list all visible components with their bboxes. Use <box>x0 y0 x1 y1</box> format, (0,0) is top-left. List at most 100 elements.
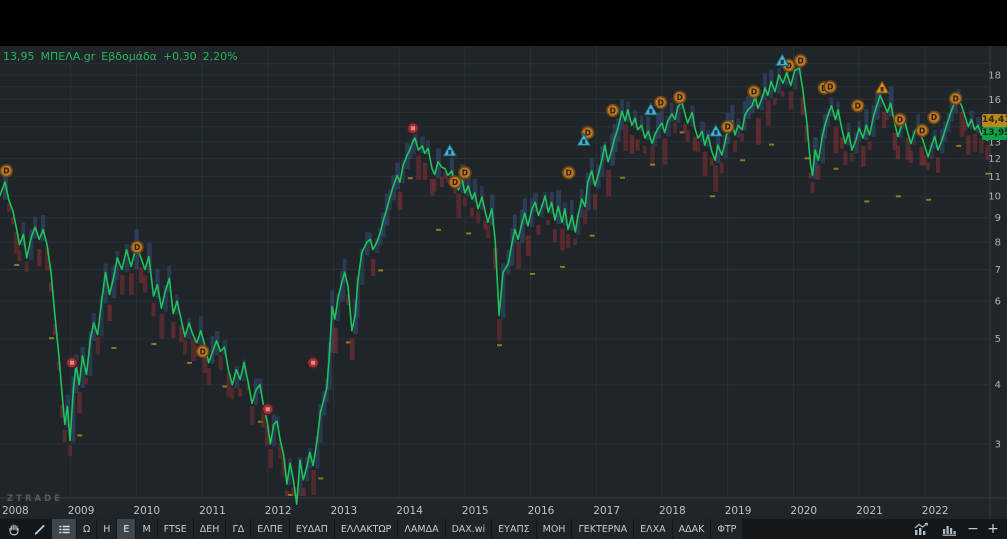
trading-app: DDDDDDDDDDDDDDDDDDDDD1816131211109876543… <box>0 0 1007 539</box>
svg-text:2012: 2012 <box>265 505 292 517</box>
svg-text:2009: 2009 <box>68 505 95 517</box>
dividend-marker[interactable]: D <box>458 165 472 180</box>
histogram-icon <box>941 522 957 537</box>
last-price: 13,95 <box>3 50 35 63</box>
time-axis-labels: 2008 2009 2010 2011 2012 2013 2014 2015 2016 2017… <box>2 505 949 517</box>
svg-text:5: 5 <box>995 334 1001 345</box>
svg-text:D: D <box>798 56 804 65</box>
svg-text:D: D <box>658 98 664 107</box>
tool-watchlist-button[interactable] <box>52 519 76 539</box>
svg-text:2017: 2017 <box>593 505 620 517</box>
zoom-in-button[interactable]: + <box>985 520 1001 538</box>
dividend-marker[interactable]: D <box>0 164 14 178</box>
svg-text:D: D <box>610 106 616 115</box>
timeframe-Μ-button[interactable]: Μ <box>136 519 157 539</box>
symbol-name: ΜΠΕΛΑ.gr <box>40 50 96 63</box>
price-change: +0,30 <box>162 50 197 63</box>
line-chart-icon <box>913 522 930 537</box>
dividend-marker[interactable]: D <box>850 98 865 113</box>
tool-chart-style-button[interactable] <box>909 522 933 537</box>
dividend-marker[interactable]: D <box>747 84 761 99</box>
symbol-tab-ΦΤΡ[interactable]: ΦΤΡ <box>711 519 743 539</box>
dividend-marker[interactable]: D <box>893 112 907 127</box>
symbol-tab-ΕΥΔΑΠ[interactable]: ΕΥΔΑΠ <box>289 519 334 539</box>
svg-text:8: 8 <box>995 237 1001 248</box>
dividend-marker[interactable]: D <box>823 79 837 94</box>
svg-text:2011: 2011 <box>199 505 226 517</box>
symbol-tab-ΕΛΠΕ[interactable]: ΕΛΠΕ <box>251 519 289 539</box>
svg-text:3: 3 <box>995 439 1001 450</box>
svg-text:D: D <box>897 115 903 124</box>
dividend-marker[interactable]: D <box>653 95 668 110</box>
toolbar-right-group: − + <box>909 519 1007 539</box>
symbol-tab-ΛΑΜΔΑ[interactable]: ΛΑΜΔΑ <box>398 519 445 539</box>
dividend-marker[interactable]: D <box>915 123 929 138</box>
svg-text:2016: 2016 <box>528 505 555 517</box>
symbol-tab-ΕΛΧΑ[interactable]: ΕΛΧΑ <box>634 519 672 539</box>
svg-text:9: 9 <box>995 213 1001 224</box>
svg-text:D: D <box>462 168 468 177</box>
symbol-tab-FTSE[interactable]: FTSE <box>157 519 193 539</box>
symbol-tab-ΜΟΗ[interactable]: ΜΟΗ <box>536 519 572 539</box>
svg-text:D: D <box>827 83 833 92</box>
svg-text:16: 16 <box>988 95 1001 106</box>
svg-text:7: 7 <box>995 265 1001 276</box>
pencil-icon <box>32 522 47 537</box>
dividend-marker[interactable]: D <box>448 175 462 189</box>
svg-text:D: D <box>677 93 683 102</box>
svg-text:2020: 2020 <box>790 505 817 517</box>
tool-pan-button[interactable] <box>2 519 26 539</box>
svg-text:6: 6 <box>995 297 1001 308</box>
svg-text:D: D <box>953 94 959 103</box>
svg-text:D: D <box>931 113 937 122</box>
symbol-tab-DAX.wi[interactable]: DAX.wi <box>445 519 492 539</box>
dividend-marker[interactable]: D <box>720 119 735 134</box>
quote-header: 13,95 ΜΠΕΛΑ.gr Εβδομάδα +0,30 2,20% <box>3 50 238 63</box>
symbol-tab-ΔΕΗ[interactable]: ΔΕΗ <box>193 519 226 539</box>
timeframe-Ω-button[interactable]: Ω <box>77 519 97 539</box>
tool-volume-button[interactable] <box>937 522 961 537</box>
svg-text:12: 12 <box>988 154 1001 165</box>
timeframe-Ε-button[interactable]: Ε <box>117 519 136 539</box>
red-event-marker[interactable] <box>65 356 79 369</box>
dividend-marker[interactable]: D <box>195 344 210 359</box>
timeframe-label: Εβδομάδα <box>101 50 157 63</box>
dividend-marker[interactable]: D <box>948 91 963 106</box>
price-chart[interactable]: DDDDDDDDDDDDDDDDDDDDD1816131211109876543… <box>0 0 1007 539</box>
timeframe-Η-button[interactable]: Η <box>97 519 117 539</box>
dividend-marker[interactable]: D <box>793 53 808 68</box>
dividend-marker[interactable]: D <box>130 240 144 254</box>
svg-text:D: D <box>134 243 140 252</box>
red-event-marker[interactable] <box>261 403 275 416</box>
svg-text:2022: 2022 <box>922 505 949 517</box>
symbol-tab-ΕΛΛΑΚΤΩΡ[interactable]: ΕΛΛΑΚΤΩΡ <box>334 519 398 539</box>
tool-draw-button[interactable] <box>27 519 51 539</box>
dividend-marker[interactable]: D <box>672 90 687 105</box>
price-change-pct: 2,20% <box>202 50 238 63</box>
svg-text:2014: 2014 <box>396 505 423 517</box>
top-bar <box>0 0 1007 46</box>
symbol-tab-ΑΔΑΚ[interactable]: ΑΔΑΚ <box>672 519 711 539</box>
svg-text:D: D <box>200 347 206 356</box>
red-event-marker[interactable] <box>406 121 420 135</box>
ztrade-watermark: ZTRADE <box>7 494 63 504</box>
dividend-marker[interactable]: D <box>605 103 620 118</box>
svg-text:D: D <box>855 102 861 111</box>
svg-text:D: D <box>3 167 9 176</box>
symbol-tab-ΓΕΚΤΕΡΝΑ[interactable]: ΓΕΚΤΕΡΝΑ <box>572 519 634 539</box>
bottom-toolbar: Ω Η Ε Μ FTSE ΔΕΗ ΓΔ ΕΛΠΕ ΕΥΔΑΠ ΕΛΛΑΚΤΩΡ ΛΑΜΔΑ DAX.w… <box>0 519 1007 539</box>
svg-text:2010: 2010 <box>133 505 160 517</box>
dividend-marker[interactable]: D <box>561 165 576 180</box>
svg-text:10: 10 <box>988 192 1001 203</box>
zoom-out-button[interactable]: − <box>965 520 981 538</box>
svg-text:2021: 2021 <box>856 505 883 517</box>
dividend-marker[interactable]: D <box>927 110 941 125</box>
red-event-marker[interactable] <box>306 356 320 369</box>
svg-text:2008: 2008 <box>2 505 29 517</box>
svg-text:2013: 2013 <box>331 505 358 517</box>
symbol-tab-ΕΥΑΠΣ[interactable]: ΕΥΑΠΣ <box>492 519 536 539</box>
indicator-value-badge: 14,41 <box>982 114 1007 127</box>
symbol-tab-ΓΔ[interactable]: ΓΔ <box>226 519 251 539</box>
hand-icon <box>7 522 22 537</box>
last-price-badge: 13,95 <box>982 127 1007 140</box>
